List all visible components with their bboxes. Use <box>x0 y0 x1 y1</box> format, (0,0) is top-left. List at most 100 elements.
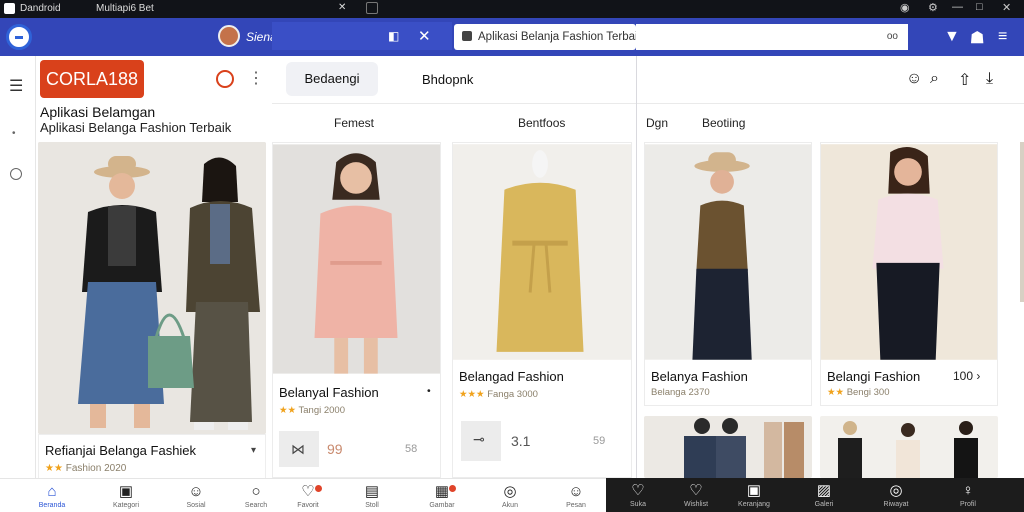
tab-audio-icon[interactable]: ◧ <box>388 29 399 43</box>
hero-product-name: Refianjai Belanga Fashiek <box>45 443 197 458</box>
product-rating: ★★ Bengi 300 <box>827 387 890 398</box>
bottom-nav: ⌂ Beranda ▣ Kategori ☺ Sosial ○ Search ♡… <box>0 478 606 512</box>
nav-item-likes[interactable]: ♡ Suka <box>618 482 658 509</box>
product-thumbnail[interactable] <box>644 416 812 478</box>
brand-logo[interactable]: CORLA188 <box>40 60 144 98</box>
nav-item-home[interactable]: ⌂ Beranda <box>32 483 72 510</box>
tab-bar: Bedaengi Bhdopnk ☺ ⌕ ⇧ ⤓ <box>272 56 1024 104</box>
nav-label: Wishlist <box>683 501 709 508</box>
nav-label: Beranda <box>38 502 66 509</box>
hero-caption[interactable]: Refianjai Belanga Fashiek ★★ Fashion 202… <box>38 434 266 480</box>
heart-icon: ♡ <box>301 483 315 500</box>
star-icon: ★★ <box>45 463 63 474</box>
product-card[interactable]: Belangad Fashion ★★★ Fanga 3000 ⊸ 3.1 59 <box>452 142 632 478</box>
tab-close-icon[interactable]: ✕ <box>418 27 431 45</box>
address-bar-icons[interactable]: oo <box>887 31 898 42</box>
extensions-icon[interactable]: ☗ <box>970 28 984 48</box>
browser-tab[interactable]: ◧ ✕ <box>272 22 452 50</box>
nav-label: Search <box>244 502 268 509</box>
nav-item-wishlist[interactable]: ♡ Wishlist <box>676 482 716 509</box>
nav-item-category[interactable]: ▣ Kategori <box>106 483 146 510</box>
settings-icon[interactable]: ⚙ <box>928 1 938 14</box>
more-icon[interactable]: ⋮ <box>248 68 264 88</box>
emoji-icon[interactable]: ☺ <box>906 70 922 88</box>
product-thumbnail[interactable]: ⊸ <box>461 421 501 461</box>
search-icon[interactable]: ⌕ <box>930 70 939 88</box>
nav-item-account[interactable]: ◎ Akun <box>490 483 530 510</box>
nav-item-gallery[interactable]: ▨ Galeri <box>804 482 844 509</box>
user-icon: ♀ <box>962 482 974 499</box>
nav-item-social[interactable]: ☺ Sosial <box>176 483 216 510</box>
nav-item-favorites[interactable]: ♡ Favorit <box>288 483 328 510</box>
hero-rating: ★★ Fashion 2020 <box>45 463 127 474</box>
heart-icon: ♡ <box>631 482 645 499</box>
vpn-icon[interactable]: ▼ <box>944 28 960 46</box>
product-card[interactable]: Belanyal Fashion • ★★ Tangi 2000 ⋈ 99 58 <box>272 142 441 478</box>
address-bar-extension[interactable]: oo <box>636 24 908 50</box>
notification-icon[interactable]: ◉ <box>900 1 910 14</box>
nav-label: Profil <box>960 501 976 508</box>
clock-icon[interactable] <box>216 70 234 88</box>
nav-label: Akun <box>502 502 518 509</box>
lock-icon <box>462 31 472 41</box>
nav-label: Kategori <box>112 502 140 509</box>
notification-badge <box>315 485 322 492</box>
nav-item-search[interactable]: ○ Search <box>236 483 276 510</box>
bow-icon: ⋈ <box>291 441 305 457</box>
close-tab-icon[interactable]: ✕ <box>338 2 346 13</box>
hamburger-icon[interactable]: ☰ <box>9 76 23 96</box>
nav-item-stoll[interactable]: ▤ Stoll <box>352 483 392 510</box>
category-label[interactable]: Dgn <box>646 116 668 130</box>
nav-item-messages[interactable]: ☺ Pesan <box>556 483 596 510</box>
home-icon: ⌂ <box>47 483 57 500</box>
tab-bhdopnk[interactable]: Bhdopnk <box>422 72 473 87</box>
mini-side: 59 <box>593 435 606 447</box>
avatar <box>218 25 240 47</box>
profile-icon: ◎ <box>503 483 517 500</box>
dot-icon: • <box>12 128 16 139</box>
os-window-title: Dandroid <box>20 3 61 14</box>
product-card[interactable]: Belanya Fashion Belanga 2370 <box>644 142 812 406</box>
product-thumbnail[interactable] <box>820 416 998 478</box>
app-subtitle: Aplikasi Belanga Fashion Terbaik <box>40 120 232 135</box>
nav-label: Keranjang <box>738 501 770 508</box>
address-bar-text: Aplikasi Belanja Fashion Terbaik <box>478 31 644 43</box>
menu-icon[interactable]: ≡ <box>998 28 1007 46</box>
message-icon: ☺ <box>568 483 584 500</box>
wallet-icon: ▤ <box>364 483 380 500</box>
product-card[interactable]: Belangi Fashion 100 › ★★ Bengi 300 <box>820 142 998 406</box>
notification-badge <box>449 485 456 492</box>
download-icon[interactable]: ⤓ <box>986 70 993 88</box>
category-label[interactable]: Bentfoos <box>518 116 565 130</box>
hero-image[interactable] <box>38 142 266 434</box>
price-chevron[interactable]: 100 › <box>953 369 980 383</box>
category-label[interactable]: Beotiing <box>702 116 745 130</box>
radio-icon[interactable] <box>10 168 22 180</box>
nav-label: Suka <box>630 501 646 508</box>
share-icon[interactable]: ⇧ <box>958 70 971 90</box>
chevron-down-icon[interactable]: ▾ <box>251 445 256 456</box>
nav-item-gallery[interactable]: ▦ Gambar <box>422 483 462 510</box>
bottom-nav-dark: ♡ Suka ♡ Wishlist ▣ Keranjang ▨ Galeri ◎… <box>606 478 1024 512</box>
nav-label: Galeri <box>814 501 834 508</box>
tab-bedaengi[interactable]: Bedaengi <box>286 62 378 96</box>
address-bar[interactable]: Aplikasi Belanja Fashion Terbaik <box>454 24 643 50</box>
minimize-button[interactable]: — <box>952 1 963 13</box>
close-window-button[interactable]: ✕ <box>1002 1 1011 14</box>
star-icon: ★★★ <box>459 389 485 400</box>
product-thumbnail[interactable]: ⋈ <box>279 431 319 467</box>
nav-item-profile[interactable]: ♀ Profil <box>948 482 988 509</box>
nav-item-cart[interactable]: ▣ Keranjang <box>734 482 774 509</box>
back-button[interactable] <box>6 24 32 50</box>
product-image <box>821 144 997 360</box>
app-panel: CORLA188 ⋮ Aplikasi Belamgan Aplikasi Be… <box>36 56 272 480</box>
maximize-button[interactable]: □ <box>976 1 983 13</box>
belt-icon: ⊸ <box>473 431 485 447</box>
category-label[interactable]: Femest <box>334 116 374 130</box>
nav-label: Pesan <box>566 502 586 509</box>
product-image <box>645 144 811 360</box>
product-name: Belanya Fashion <box>651 369 748 384</box>
nav-item-history[interactable]: ◎ Riwayat <box>876 482 916 509</box>
nav-label: Favorit <box>297 502 319 509</box>
clock-icon: ◎ <box>889 482 903 499</box>
